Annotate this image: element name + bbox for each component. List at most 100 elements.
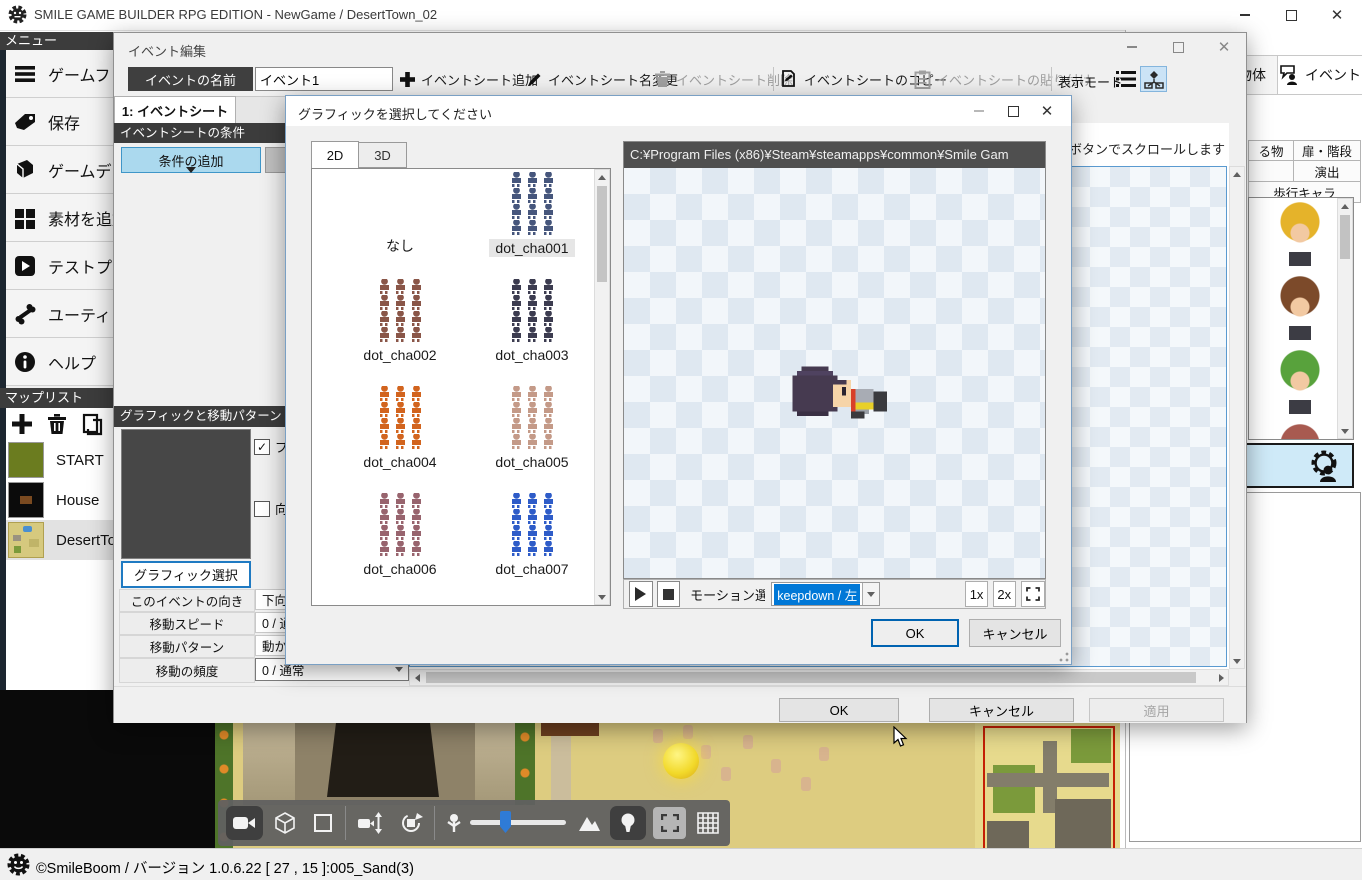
view-list-icon[interactable] [1114, 67, 1138, 91]
category-examinable[interactable]: る物 [1248, 140, 1294, 161]
sprite-preview-canvas[interactable] [624, 168, 1045, 579]
add-sheet-button[interactable]: イベントシート追加 [399, 67, 538, 91]
close-button[interactable]: ✕ [1322, 4, 1352, 26]
event-apply-button[interactable]: 適用 [1089, 698, 1224, 722]
tab-3d[interactable]: 3D [359, 142, 407, 168]
camera-mode-icon[interactable] [226, 806, 263, 840]
zoom-slider-thumb[interactable] [500, 811, 511, 833]
light-toggle-icon[interactable] [610, 806, 647, 840]
map-thumbnail [8, 482, 44, 518]
copy-map-icon[interactable] [80, 412, 104, 436]
graphic-dialog-title: グラフィックを選択してください [298, 104, 492, 123]
sprite-sheet-thumbnail [378, 386, 423, 449]
character-green [1268, 350, 1332, 416]
tab-event[interactable]: イベント [1278, 55, 1362, 95]
graphic-entry-none[interactable]: なし [340, 171, 460, 257]
motion-value: keepdown / 左 [774, 584, 860, 605]
event-ok-button[interactable]: OK [779, 698, 899, 722]
tab-2d[interactable]: 2D [311, 141, 359, 168]
character-template-list[interactable] [1248, 197, 1354, 440]
select-graphic-button[interactable]: グラフィック選択 [121, 561, 251, 588]
sprite-sheet-thumbnail [378, 279, 423, 342]
event-dialog-close[interactable]: ✕ [1209, 36, 1239, 58]
add-assets-icon [12, 205, 38, 231]
prop-speed-label: 移動スピード [119, 612, 255, 635]
prop-frequency-label: 移動の頻度 [119, 658, 255, 683]
zoom-mountain-icon[interactable] [574, 806, 603, 840]
character-cell[interactable] [1265, 348, 1335, 419]
graphic-list[interactable]: なし dot_cha001 dot_cha002 dot_cha003 dot_… [311, 168, 611, 606]
scale-1x-button[interactable]: 1x [965, 581, 988, 607]
event-dialog-minimize[interactable] [1117, 36, 1147, 58]
graphic-dialog-maximize[interactable] [998, 100, 1028, 122]
map-arch [541, 723, 599, 736]
minimize-button[interactable] [1230, 4, 1260, 26]
character-cell[interactable] [1265, 274, 1335, 345]
zoom-flower-icon[interactable] [442, 806, 465, 840]
graphic-cancel-button[interactable]: キャンセル [969, 619, 1061, 647]
prop-direction-label: このイベントの向き [119, 589, 255, 612]
event-dialog-title: イベント編集 [128, 41, 206, 60]
square-select-icon[interactable] [307, 806, 338, 840]
camera-height-icon[interactable] [353, 806, 388, 840]
graphic-entry-dot-cha003[interactable]: dot_cha003 [472, 278, 592, 364]
sidebar-label: ヘルプ [48, 350, 96, 374]
category-door-stairs[interactable]: 扉・階段 [1294, 140, 1361, 161]
graphic-entry-dot-cha007[interactable]: dot_cha007 [472, 492, 592, 578]
graphic-entry-dot-cha001[interactable]: dot_cha001 [472, 171, 592, 257]
viewport-toolbar [218, 800, 730, 846]
character-cell[interactable] [1265, 422, 1335, 440]
category-blank[interactable] [1248, 161, 1294, 182]
graphic-entry-dot-cha004[interactable]: dot_cha004 [340, 385, 460, 471]
camera-rotate-icon[interactable] [395, 806, 428, 840]
graphic-dialog-minimize[interactable] [964, 100, 994, 122]
event-name-input[interactable] [255, 67, 393, 91]
dropdown-caret-icon [186, 167, 196, 173]
category-direction[interactable]: 演出 [1294, 161, 1361, 182]
view-flow-icon[interactable] [1140, 66, 1167, 92]
custom-event-item[interactable] [1233, 443, 1354, 488]
help-icon [12, 349, 38, 375]
map-hedge-right [515, 723, 535, 805]
map-light-orb [663, 743, 699, 779]
event-dialog-maximize[interactable] [1163, 36, 1193, 58]
delete-map-icon[interactable] [46, 412, 68, 436]
character-list-scrollbar[interactable] [1337, 198, 1353, 439]
sidebar-label: 保存 [48, 110, 80, 134]
event-cancel-button[interactable]: キャンセル [929, 698, 1074, 722]
add-map-icon[interactable] [10, 412, 34, 436]
zoom-slider-track[interactable] [470, 820, 566, 825]
map-town-area [975, 723, 1120, 848]
add-condition-button[interactable]: 条件の追加 [121, 147, 261, 173]
plus-icon [399, 71, 416, 88]
graphic-preview-pane: C:¥Program Files (x86)¥Steam¥steamapps¥c… [623, 141, 1046, 579]
play-button[interactable] [629, 581, 653, 607]
cube-view-icon[interactable] [270, 806, 301, 840]
graphic-ok-button[interactable]: OK [871, 619, 959, 647]
fullscreen-brackets-icon[interactable] [653, 807, 686, 839]
graphic-list-scrollbar[interactable] [594, 169, 610, 605]
character-cell[interactable] [1265, 200, 1335, 271]
stop-button[interactable] [657, 581, 681, 607]
checkbox-unchecked-icon [254, 501, 270, 517]
maximize-button[interactable] [1276, 4, 1306, 26]
sheet-tab[interactable]: 1: イベントシート [114, 96, 236, 123]
graphic-entry-dot-cha002[interactable]: dot_cha002 [340, 278, 460, 364]
resize-grip[interactable] [1059, 652, 1069, 662]
expand-preview-button[interactable] [1021, 581, 1045, 607]
game-data-icon [12, 157, 38, 183]
sprite-sheet-thumbnail [510, 279, 555, 342]
map-viewport[interactable] [215, 723, 1120, 848]
flow-vertical-scrollbar[interactable] [1229, 166, 1245, 669]
mouse-cursor [893, 726, 908, 748]
graphic-entry-dot-cha006[interactable]: dot_cha006 [340, 492, 460, 578]
motion-combobox[interactable]: keepdown / 左 [771, 582, 880, 606]
graphic-dialog-close[interactable]: ✕ [1032, 100, 1062, 122]
map-item-label: START [56, 452, 104, 469]
grid-toggle-icon[interactable] [693, 806, 722, 840]
checkbox-checked-icon: ✓ [254, 439, 270, 455]
scale-2x-button[interactable]: 2x [993, 581, 1016, 607]
flow-horizontal-scrollbar[interactable] [409, 669, 1229, 686]
graphic-entry-dot-cha005[interactable]: dot_cha005 [472, 385, 592, 471]
test-play-icon [12, 253, 38, 279]
